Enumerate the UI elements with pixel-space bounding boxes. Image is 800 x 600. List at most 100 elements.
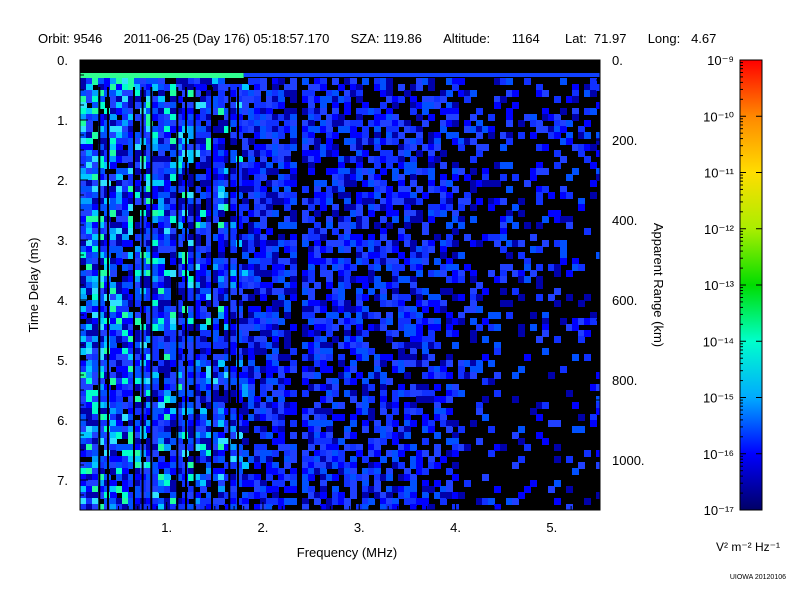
heatmap-cell [368, 498, 375, 505]
heatmap-cell [434, 444, 441, 451]
heatmap-cell [164, 204, 171, 211]
heatmap-cell [566, 96, 573, 103]
heatmap-cell [314, 468, 321, 475]
heatmap-cell [476, 408, 483, 415]
heatmap-cell [134, 366, 141, 373]
heatmap-cell [110, 150, 117, 157]
heatmap-cell [218, 336, 225, 343]
heatmap-cell [278, 510, 285, 517]
heatmap-cell [374, 360, 381, 367]
heatmap-cell [332, 288, 339, 295]
heatmap-cell [110, 234, 117, 241]
heatmap-cell [170, 270, 177, 277]
heatmap-cell [368, 210, 375, 217]
heatmap-cell [398, 234, 405, 241]
heatmap-cell [494, 312, 501, 319]
heatmap-cell [92, 282, 99, 289]
heatmap-cell [152, 186, 159, 193]
x-tick-label: 3. [354, 520, 365, 535]
heatmap-cell [380, 390, 387, 397]
heatmap-cell [368, 276, 375, 283]
heatmap-cell [572, 84, 579, 91]
heatmap-cell [158, 174, 165, 181]
heatmap-cell [410, 246, 417, 253]
heatmap-cell [398, 384, 405, 391]
x-tick-label: 5. [546, 520, 557, 535]
heatmap-cell [200, 228, 207, 235]
heatmap-cell [560, 216, 567, 223]
heatmap-cell [218, 486, 225, 493]
heatmap-cell [116, 78, 123, 85]
heatmap-cell [266, 120, 273, 127]
heatmap-cell [314, 228, 321, 235]
heatmap-cell [374, 258, 381, 265]
heatmap-cell [278, 384, 285, 391]
heatmap-cell [152, 480, 159, 487]
heatmap-cell [80, 138, 87, 145]
heatmap-cell [350, 276, 357, 283]
heatmap-cell [584, 354, 591, 361]
heatmap-cell [416, 324, 423, 331]
heatmap-cell [302, 324, 309, 331]
heatmap-cell [440, 396, 447, 403]
heatmap-cell [344, 180, 351, 187]
heatmap-cell [80, 330, 87, 337]
heatmap-cell [356, 450, 363, 457]
heatmap-cell [278, 468, 285, 475]
heatmap-cell [242, 450, 249, 457]
heatmap-cell [242, 174, 249, 181]
heatmap-cell [200, 408, 207, 415]
heatmap-cell [230, 108, 237, 115]
heatmap-cell [212, 174, 219, 181]
heatmap-cell [542, 114, 549, 121]
heatmap-cell [446, 198, 453, 205]
heatmap-cell [338, 498, 345, 505]
heatmap-cell [590, 312, 597, 319]
heatmap-cell [134, 396, 141, 403]
heatmap-cell [416, 270, 423, 277]
heatmap-cell [164, 390, 171, 397]
heatmap-cell [164, 222, 171, 229]
heatmap-cell [230, 192, 237, 199]
heatmap-cell [92, 336, 99, 343]
heatmap-cell [416, 198, 423, 205]
heatmap-cell [494, 102, 501, 109]
heatmap-cell [278, 288, 285, 295]
heatmap-cell [314, 282, 321, 289]
heatmap-cell [326, 90, 333, 97]
heatmap-cell [416, 138, 423, 145]
heatmap-cell [164, 324, 171, 331]
heatmap-cell [446, 492, 453, 499]
heatmap-cell [374, 186, 381, 193]
heatmap-cell [374, 282, 381, 289]
heatmap-cell [164, 360, 171, 367]
heatmap-cell [332, 240, 339, 247]
heatmap-cell [320, 492, 327, 499]
heatmap-cell [242, 372, 249, 379]
heatmap-cell [308, 372, 315, 379]
heatmap-cell [434, 234, 441, 241]
heatmap-cell [158, 360, 165, 367]
heatmap-cell [314, 498, 321, 505]
heatmap-cell [404, 234, 411, 241]
heatmap-cell [284, 462, 291, 469]
heatmap-cell [374, 312, 381, 319]
heatmap-cell [488, 234, 495, 241]
heatmap-cell [572, 114, 579, 121]
heatmap-cell [434, 324, 441, 331]
heatmap-cell [416, 114, 423, 121]
heatmap-cell [302, 306, 309, 313]
heatmap-cell [338, 462, 345, 469]
heatmap-cell [302, 282, 309, 289]
heatmap-cell [314, 510, 321, 517]
y2-axis-label: Apparent Range (km) [651, 223, 666, 347]
heatmap-cell [92, 402, 99, 409]
heatmap-cell [428, 330, 435, 337]
heatmap-cell [440, 306, 447, 313]
heatmap-cell [248, 90, 255, 97]
y2-tick-label: 200. [612, 133, 637, 148]
heatmap-cell [260, 330, 267, 337]
heatmap-cell [434, 204, 441, 211]
heatmap-cell [338, 282, 345, 289]
heatmap-cell [392, 264, 399, 271]
